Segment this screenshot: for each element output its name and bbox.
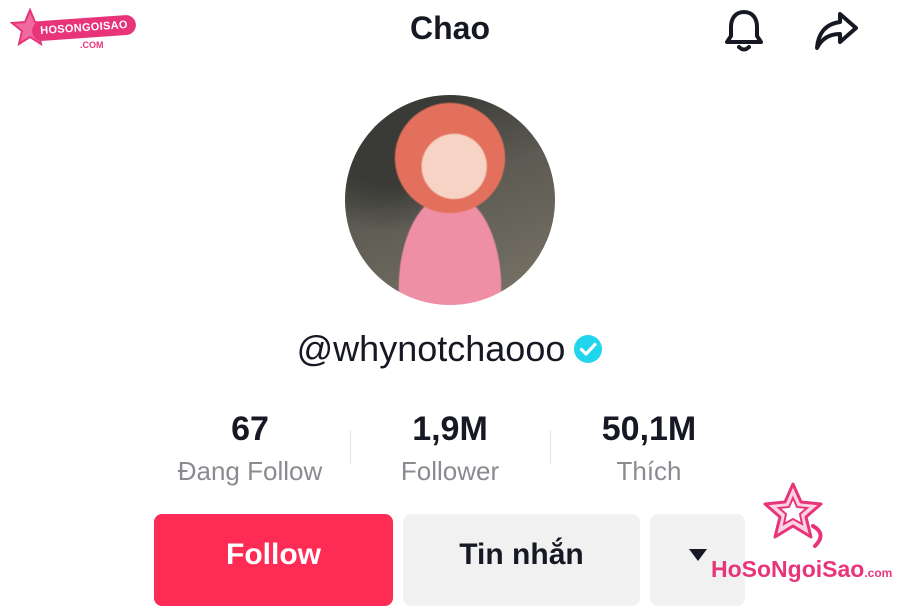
message-button[interactable]: Tin nhắn — [403, 514, 640, 606]
bell-icon[interactable] — [720, 6, 768, 54]
stat-label: Đang Follow — [177, 456, 323, 486]
verified-badge-icon — [574, 335, 603, 363]
stat-value: 50,1M — [601, 410, 697, 448]
watermark-brand-text: HoSoNgoiSao.com — [711, 556, 893, 582]
share-icon[interactable] — [812, 6, 860, 54]
username: @whynotchaooo — [296, 328, 566, 369]
follow-button[interactable]: Follow — [154, 514, 393, 606]
stat-following[interactable]: 67 Đang Follow — [150, 407, 350, 491]
stat-label: Follower — [400, 456, 500, 486]
watermark-logo-bottom: HoSoNgoiSao.com — [705, 478, 900, 588]
profile-avatar[interactable] — [345, 95, 555, 305]
stat-followers[interactable]: 1,9M Follower — [350, 407, 550, 491]
star-logo-icon — [763, 482, 823, 548]
stat-value: 67 — [231, 410, 269, 448]
caret-down-icon — [688, 549, 707, 561]
stat-value: 1,9M — [412, 410, 488, 448]
username-row: @whynotchaooo — [0, 328, 900, 370]
